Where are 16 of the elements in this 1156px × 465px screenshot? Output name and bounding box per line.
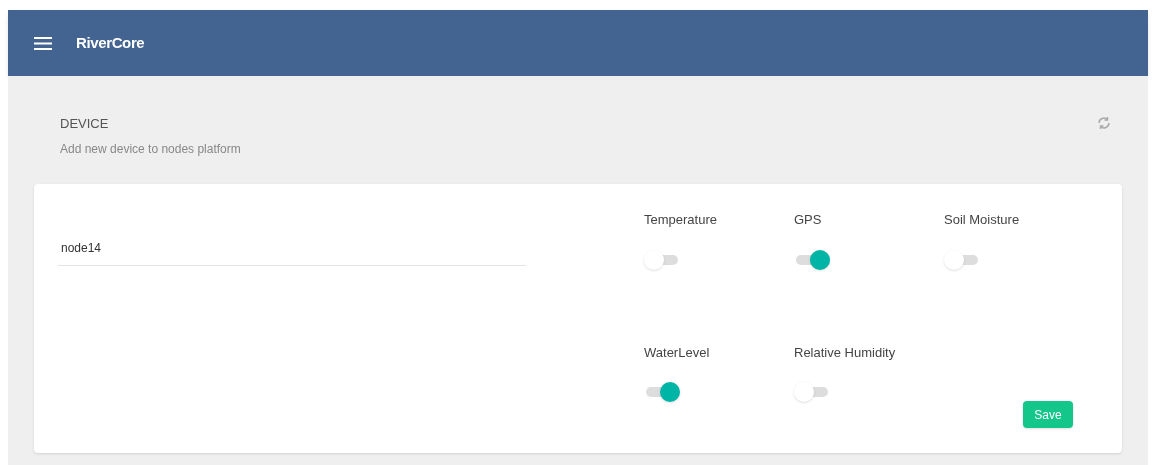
sensor-label: GPS xyxy=(794,211,823,229)
sensor-label: Relative Humidity xyxy=(794,343,897,362)
app-title: RiverCore xyxy=(76,32,145,53)
refresh-icon[interactable] xyxy=(1096,116,1112,130)
section-title: DEVICE xyxy=(60,116,110,132)
sensor-label: Soil Moisture xyxy=(944,211,1021,229)
sensor-label: WaterLevel xyxy=(644,343,711,362)
device-name-field[interactable]: node14 xyxy=(58,239,526,266)
menu-icon[interactable] xyxy=(34,36,52,50)
sensor-label: Temperature xyxy=(644,211,718,229)
section-subtitle: Add new device to nodes platform xyxy=(60,141,241,158)
toggle-switch[interactable] xyxy=(644,249,680,270)
toggle-switch[interactable] xyxy=(794,382,830,402)
toggle-switch[interactable] xyxy=(944,249,980,270)
toggle-switch[interactable] xyxy=(794,249,830,270)
toggle-switch[interactable] xyxy=(644,382,680,402)
